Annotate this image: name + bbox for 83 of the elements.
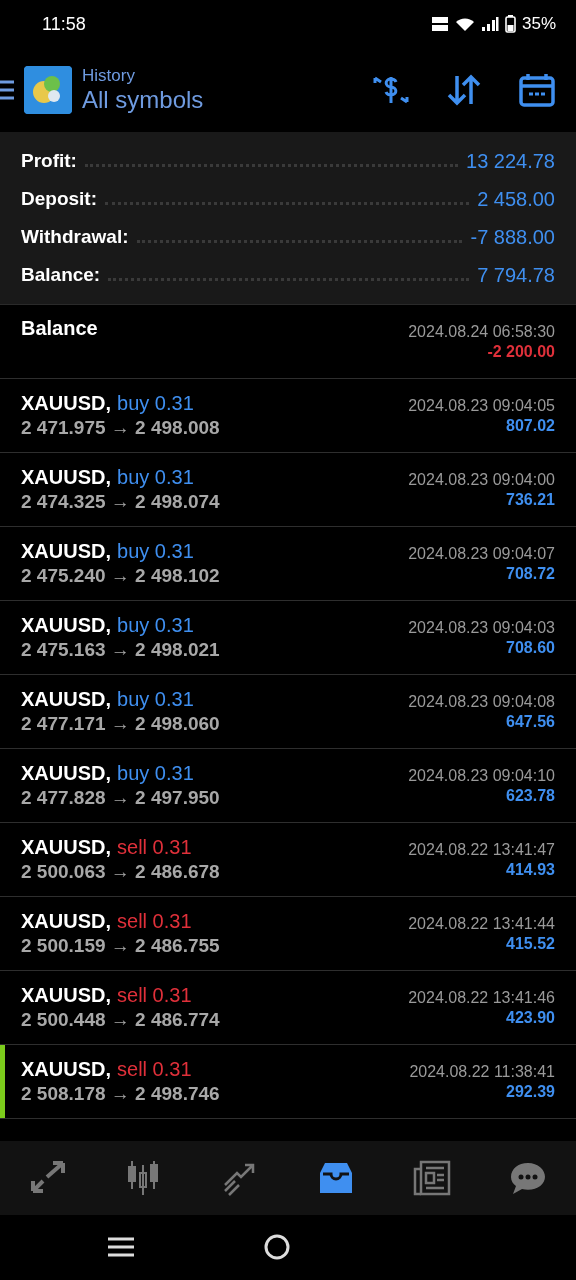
history-row[interactable]: XAUUSD, sell 0.31 2 508.178 → 2 498.746 2024.08.22 11:38:41 292.39	[0, 1045, 576, 1119]
profit-amount: 647.56	[506, 712, 555, 731]
symbol-name: XAUUSD,	[21, 984, 111, 1007]
price-range: 2 500.159 → 2 486.755	[21, 935, 220, 957]
profit-amount: 414.93	[506, 860, 555, 879]
price-range: 2 475.163 → 2 498.021	[21, 639, 220, 661]
profit-amount: 415.52	[506, 934, 555, 953]
home-icon[interactable]	[264, 1234, 290, 1260]
app-logo	[24, 66, 72, 114]
history-row[interactable]: XAUUSD, buy 0.31 2 475.240 → 2 498.102 2024.08.23 09:04:07 708.72	[0, 527, 576, 601]
wifi-icon	[454, 16, 475, 32]
summary-label: Withdrawal:	[21, 226, 129, 248]
history-row[interactable]: XAUUSD, buy 0.31 2 477.171 → 2 498.060 2024.08.23 09:04:08 647.56	[0, 675, 576, 749]
screen-title: History	[82, 66, 136, 86]
price-range: 2 500.448 → 2 486.774	[21, 1009, 220, 1031]
row-time: 2024.08.23 09:04:10	[408, 766, 555, 785]
row-time: 2024.08.23 09:04:00	[408, 470, 555, 489]
row-time: 2024.08.24 06:58:30	[408, 322, 555, 341]
symbol-name: XAUUSD,	[21, 910, 111, 933]
profit-amount: 708.72	[506, 564, 555, 583]
summary-value: -7 888.00	[470, 225, 555, 249]
battery-percent: 35%	[521, 14, 556, 34]
profit-amount: 623.78	[506, 786, 555, 805]
summary-value: 7 794.78	[477, 263, 555, 287]
symbol-name: XAUUSD,	[21, 466, 111, 489]
history-row[interactable]: XAUUSD, buy 0.31 2 477.828 → 2 497.950 2024.08.23 09:04:10 623.78	[0, 749, 576, 823]
price-range: 2 500.063 → 2 486.678	[21, 861, 220, 883]
row-time: 2024.08.22 13:41:44	[408, 914, 555, 933]
history-row[interactable]: XAUUSD, sell 0.31 2 500.063 → 2 486.678 2024.08.22 13:41:47 414.93	[0, 823, 576, 897]
menu-icon[interactable]	[0, 79, 14, 101]
price-range: 2 474.325 → 2 498.074	[21, 491, 220, 513]
symbol-name: XAUUSD,	[21, 392, 111, 415]
summary-value: 13 224.78	[466, 149, 555, 173]
symbol-filter[interactable]: All symbols	[82, 86, 356, 114]
row-time: 2024.08.23 09:04:08	[408, 692, 555, 711]
profit-amount: 292.39	[506, 1082, 555, 1101]
trade-volume: buy 0.31	[117, 762, 194, 785]
symbol-name: XAUUSD,	[21, 688, 111, 711]
profit-amount: 807.02	[506, 416, 555, 435]
profit-amount: 423.90	[506, 1008, 555, 1027]
trade-volume: buy 0.31	[117, 392, 194, 415]
trade-volume: sell 0.31	[117, 984, 192, 1007]
summary-value: 2 458.00	[477, 187, 555, 211]
row-time: 2024.08.23 09:04:07	[408, 544, 555, 563]
symbol-name: XAUUSD,	[21, 614, 111, 637]
price-range: 2 471.975 → 2 498.008	[21, 417, 220, 439]
row-time: 2024.08.22 11:38:41	[409, 1062, 555, 1081]
clock: 11:58	[42, 13, 86, 35]
trade-volume: sell 0.31	[117, 836, 192, 859]
trade-volume: sell 0.31	[117, 1058, 192, 1081]
trade-volume: buy 0.31	[117, 688, 194, 711]
signal-icon	[480, 16, 499, 32]
summary-label: Profit:	[21, 150, 77, 172]
history-row[interactable]: XAUUSD, sell 0.31 2 500.448 → 2 486.774 2024.08.22 13:41:46 423.90	[0, 971, 576, 1045]
symbol-name: XAUUSD,	[21, 1058, 111, 1081]
symbol-name: XAUUSD,	[21, 762, 111, 785]
history-row[interactable]: Balance 2024.08.24 06:58:30 -2 200.00	[0, 305, 576, 379]
trade-volume: buy 0.31	[117, 540, 194, 563]
row-time: 2024.08.22 13:41:47	[408, 840, 555, 859]
trade-volume: buy 0.31	[117, 466, 194, 489]
symbol-name: XAUUSD,	[21, 540, 111, 563]
price-range: 2 477.828 → 2 497.950	[21, 787, 220, 809]
profit-amount: 736.21	[506, 490, 555, 509]
price-range: 2 477.171 → 2 498.060	[21, 713, 220, 735]
summary-label: Deposit:	[21, 188, 97, 210]
symbol-name: XAUUSD,	[21, 836, 111, 859]
history-row[interactable]: XAUUSD, buy 0.31 2 471.975 → 2 498.008 2024.08.23 09:04:05 807.02	[0, 379, 576, 453]
trade-volume: sell 0.31	[117, 910, 192, 933]
trade-volume: buy 0.31	[117, 614, 194, 637]
row-time: 2024.08.22 13:41:46	[408, 988, 555, 1007]
price-range: 2 475.240 → 2 498.102	[21, 565, 220, 587]
row-time: 2024.08.23 09:04:03	[408, 618, 555, 637]
profit-amount: -2 200.00	[487, 342, 555, 361]
history-row[interactable]: XAUUSD, sell 0.31 2 500.159 → 2 486.755 2024.08.22 13:41:44 415.52	[0, 897, 576, 971]
recents-icon[interactable]	[108, 1237, 134, 1257]
price-range: 2 508.178 → 2 498.746	[21, 1083, 220, 1105]
history-row[interactable]: XAUUSD, buy 0.31 2 474.325 → 2 498.074 2024.08.23 09:04:00 736.21	[0, 453, 576, 527]
summary-label: Balance:	[21, 264, 101, 286]
battery-icon	[504, 15, 516, 33]
history-row[interactable]: XAUUSD, buy 0.31 2 475.163 → 2 498.021 2024.08.23 09:04:03 708.60	[0, 601, 576, 675]
profit-amount: 708.60	[506, 638, 555, 657]
row-title: Balance	[21, 317, 98, 340]
row-time: 2024.08.23 09:04:05	[408, 396, 555, 415]
